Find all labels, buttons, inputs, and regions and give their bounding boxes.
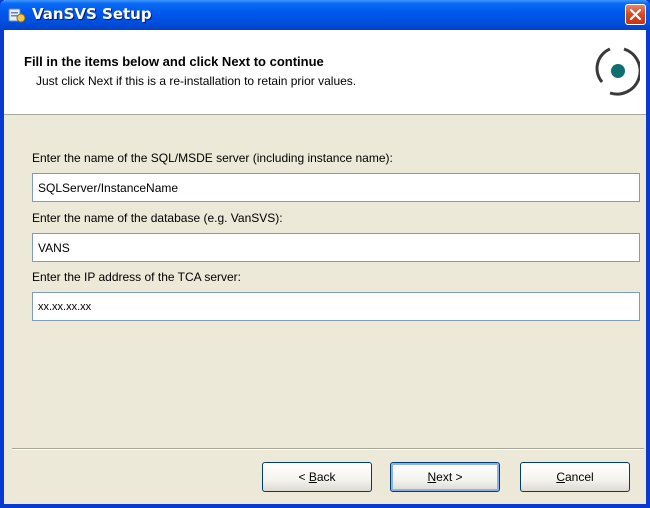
header-subtitle: Just click Next if this is a re-installa…	[36, 74, 357, 88]
close-button[interactable]	[625, 4, 646, 25]
title-bar[interactable]: VanSVS Setup	[0, 0, 650, 30]
cancel-rest: ancel	[564, 470, 594, 484]
server-label: Enter the name of the SQL/MSDE server (i…	[32, 151, 393, 165]
back-prefix: <	[298, 470, 309, 484]
setup-window: VanSVS Setup Fill in the items below and…	[0, 0, 650, 508]
setup-logo-icon	[595, 47, 640, 96]
next-button[interactable]: Next >	[390, 462, 500, 492]
next-rest: ext >	[436, 470, 463, 484]
button-divider	[12, 448, 644, 450]
back-mnemonic: B	[308, 470, 317, 484]
close-icon	[629, 8, 642, 21]
back-button[interactable]: < Back	[262, 462, 372, 492]
tca-label: Enter the IP address of the TCA server:	[32, 270, 241, 284]
database-label: Enter the name of the database (e.g. Van…	[32, 211, 283, 225]
back-rest: ack	[316, 470, 336, 484]
form-area: Enter the name of the SQL/MSDE server (i…	[4, 115, 646, 447]
database-name-input[interactable]	[32, 233, 640, 262]
window-title: VanSVS Setup	[32, 5, 152, 23]
header-title: Fill in the items below and click Next t…	[24, 54, 324, 69]
setup-app-icon	[8, 6, 26, 24]
cancel-mnemonic: C	[556, 470, 565, 484]
cancel-button[interactable]: Cancel	[520, 462, 630, 492]
server-name-input[interactable]	[32, 173, 640, 202]
next-mnemonic: N	[427, 470, 437, 484]
header-banner: Fill in the items below and click Next t…	[4, 30, 646, 115]
tca-ip-input[interactable]	[32, 292, 640, 321]
